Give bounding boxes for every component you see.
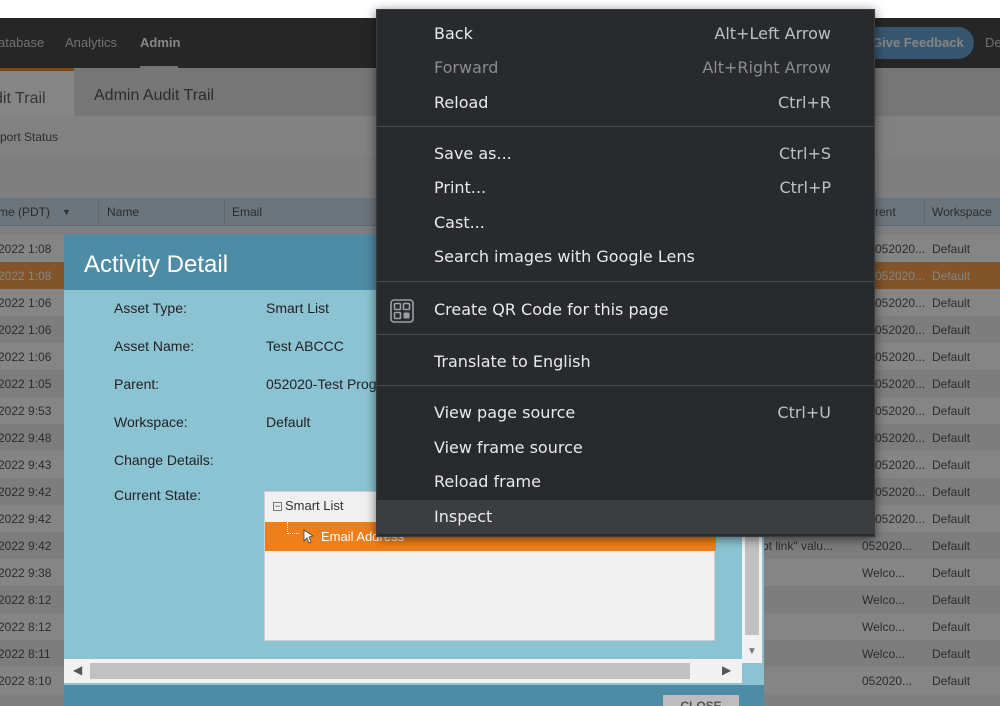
field-value-workspace: Default: [266, 414, 311, 430]
field-value-asset-name: Test ABCCC: [266, 338, 344, 354]
menu-item-print[interactable]: Print... Ctrl+P: [377, 171, 874, 205]
horizontal-scrollbar[interactable]: ◀ ▶: [64, 659, 742, 683]
menu-item-view-frame-source[interactable]: View frame source: [377, 431, 874, 465]
collapse-icon[interactable]: −: [273, 502, 282, 511]
qr-code-icon: [390, 299, 414, 323]
menu-item-label: Print...: [434, 178, 487, 197]
menu-item-inspect[interactable]: Inspect: [377, 500, 874, 534]
menu-item-label: Back: [434, 24, 473, 43]
menu-item-reload-frame[interactable]: Reload frame: [377, 465, 874, 499]
field-value-asset-type: Smart List: [266, 300, 330, 316]
scroll-down-icon[interactable]: ▼: [747, 646, 757, 657]
dialog-footer: [64, 685, 764, 706]
menu-item-shortcut: Alt+Left Arrow: [714, 24, 831, 43]
menu-item-view-page-source[interactable]: View page source Ctrl+U: [377, 396, 874, 430]
close-button[interactable]: CLOSE: [663, 695, 739, 706]
field-label-parent: Parent:: [114, 376, 160, 392]
scroll-thumb[interactable]: [90, 663, 690, 679]
dialog-title: Activity Detail: [84, 251, 229, 278]
filter-icon: [303, 529, 314, 544]
menu-item-label: Search images with Google Lens: [434, 247, 695, 266]
menu-item-label: Create QR Code for this page: [434, 300, 669, 319]
menu-item-label: Inspect: [434, 507, 493, 526]
menu-item-label: Forward: [434, 58, 499, 77]
menu-item-reload[interactable]: Reload Ctrl+R: [377, 86, 874, 120]
tree-root-node[interactable]: − Smart List: [273, 498, 344, 513]
menu-item-create-qr-code[interactable]: Create QR Code for this page: [377, 293, 874, 327]
field-label-asset-name: Asset Name:: [114, 338, 195, 354]
menu-separator: [377, 126, 874, 127]
tree-connector: [287, 522, 299, 534]
menu-separator: [377, 334, 874, 335]
menu-separator: [377, 385, 874, 386]
menu-item-translate[interactable]: Translate to English: [377, 345, 874, 379]
field-label-current-state: Current State:: [114, 487, 202, 503]
menu-item-forward: Forward Alt+Right Arrow: [377, 51, 874, 85]
menu-item-shortcut: Alt+Right Arrow: [702, 58, 831, 77]
tree-root-label: Smart List: [285, 498, 344, 513]
menu-item-search-google-lens[interactable]: Search images with Google Lens: [377, 240, 874, 274]
field-value-parent: 052020-Test Prog: [266, 376, 377, 392]
menu-item-shortcut: Ctrl+P: [779, 178, 831, 197]
menu-item-label: View frame source: [434, 438, 583, 457]
menu-item-label: Translate to English: [434, 352, 591, 371]
menu-item-save-as[interactable]: Save as... Ctrl+S: [377, 137, 874, 171]
menu-separator: [377, 281, 874, 282]
context-menu: Back Alt+Left Arrow Forward Alt+Right Ar…: [376, 9, 875, 537]
scroll-right-icon[interactable]: ▶: [722, 663, 731, 677]
menu-item-shortcut: Ctrl+U: [777, 403, 831, 422]
field-label-asset-type: Asset Type:: [114, 300, 187, 316]
menu-item-back[interactable]: Back Alt+Left Arrow: [377, 17, 874, 51]
menu-item-cast[interactable]: Cast...: [377, 206, 874, 240]
menu-item-label: Save as...: [434, 144, 512, 163]
menu-item-label: View page source: [434, 403, 576, 422]
scroll-left-icon[interactable]: ◀: [73, 663, 82, 677]
menu-item-shortcut: Ctrl+R: [778, 93, 831, 112]
menu-item-label: Reload frame: [434, 472, 541, 491]
menu-item-label: Cast...: [434, 213, 485, 232]
menu-item-label: Reload: [434, 93, 489, 112]
menu-item-shortcut: Ctrl+S: [778, 144, 831, 163]
field-label-change-details: Change Details:: [114, 452, 214, 468]
field-label-workspace: Workspace:: [114, 414, 188, 430]
